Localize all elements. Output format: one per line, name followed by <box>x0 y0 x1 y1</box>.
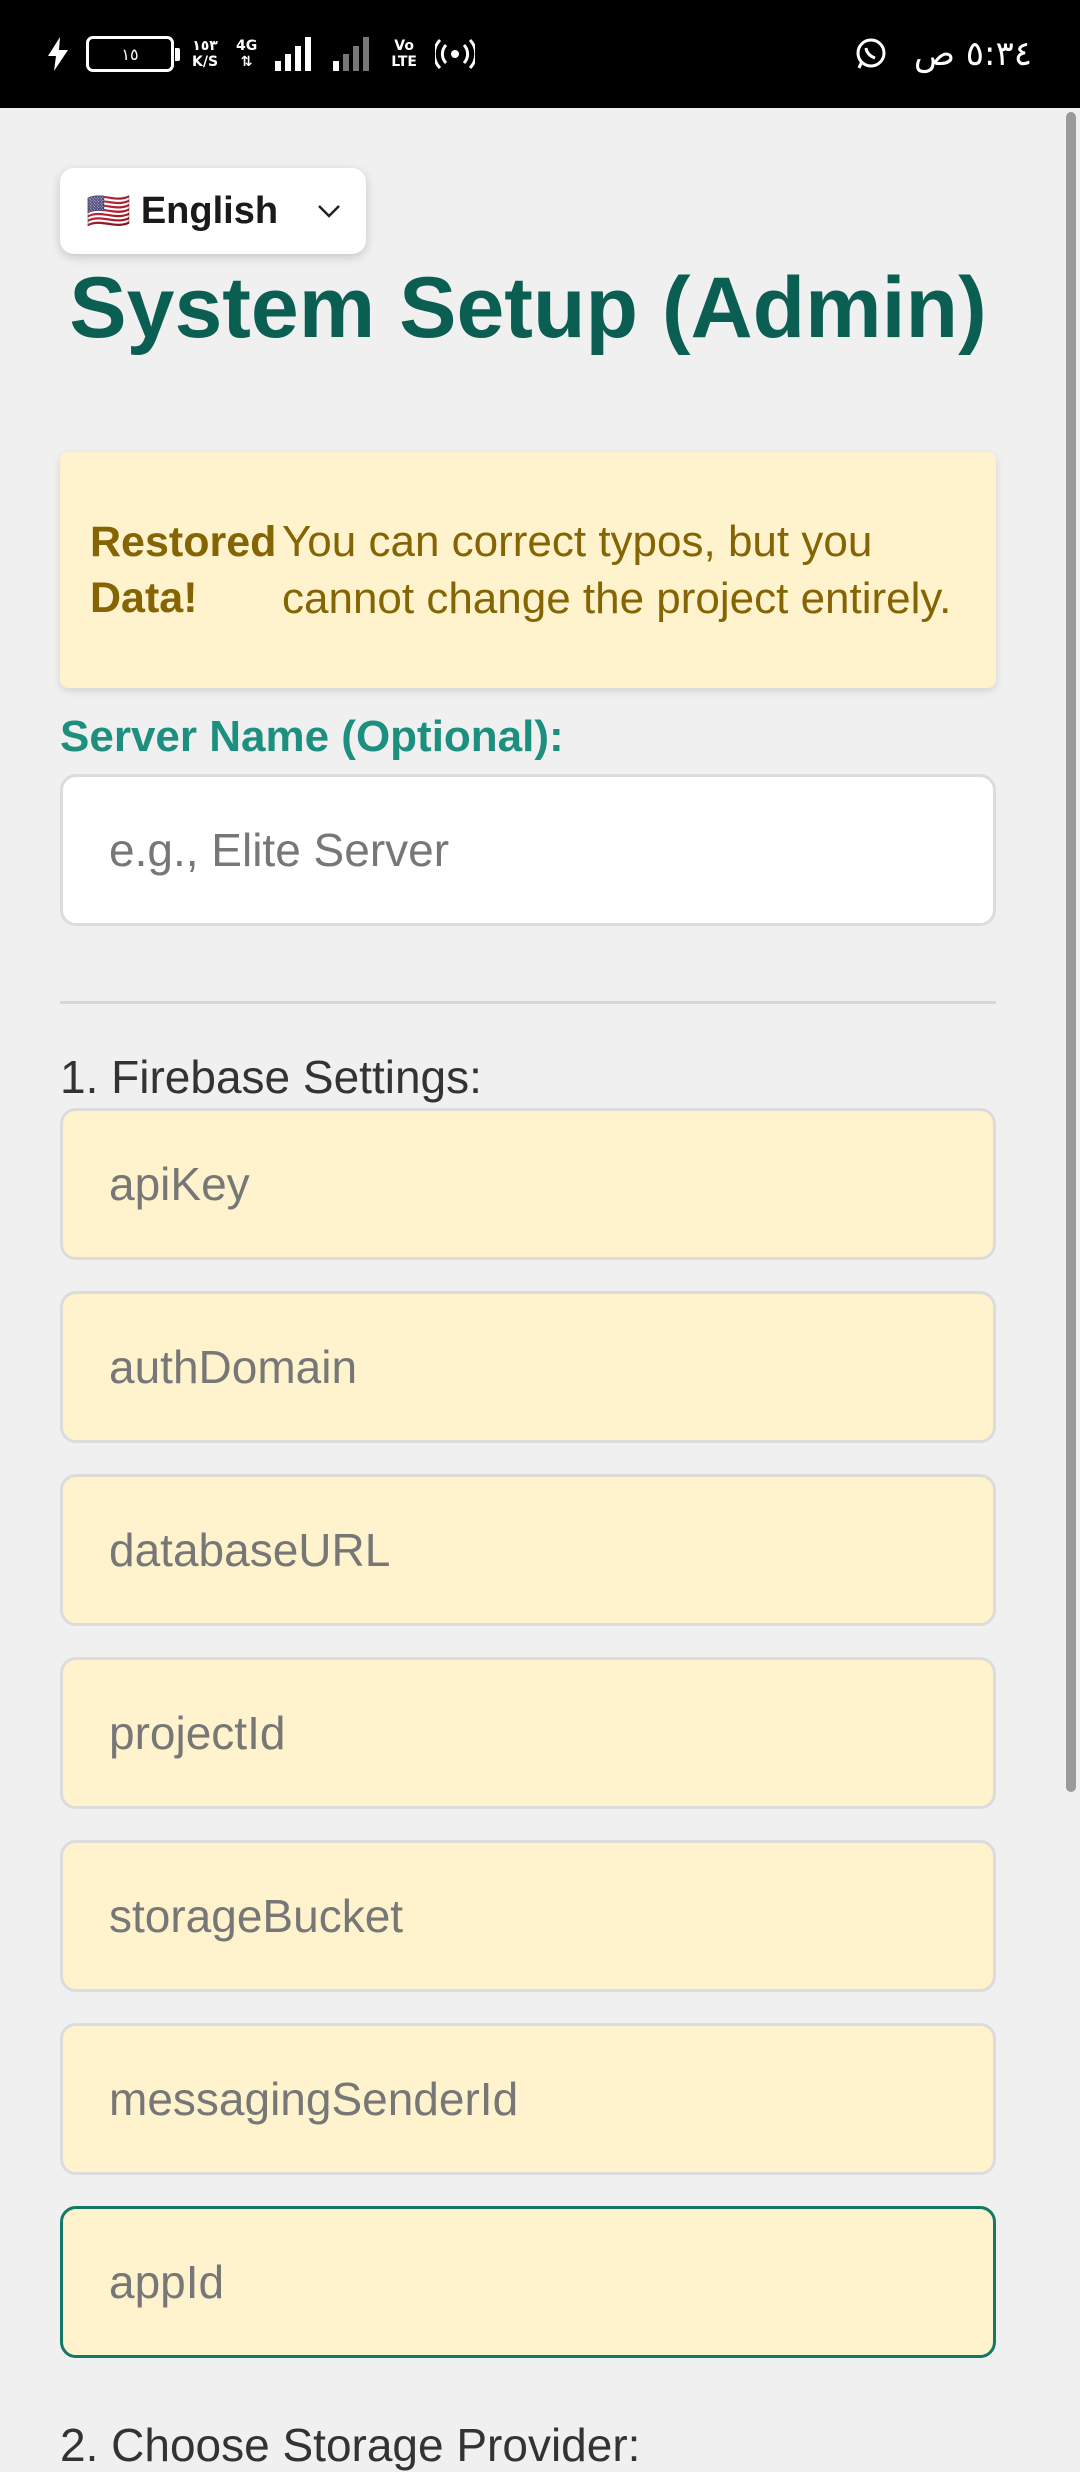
whatsapp-icon <box>856 38 886 69</box>
alert-message: You can correct typos, but you cannot ch… <box>282 517 952 623</box>
us-flag-icon: 🇺🇸 <box>86 190 131 231</box>
storage-provider-label: 2. Choose Storage Provider: <box>60 2419 641 2471</box>
battery-level: ١٥ <box>121 44 139 64</box>
server-name-input[interactable] <box>60 774 996 926</box>
project-id-input[interactable] <box>60 1657 996 1809</box>
status-bar: ١٥ ١٥٣ K/S 4G ⇅ Vo LTE ٥:٣٤ ص <box>0 0 1080 108</box>
firebase-settings-label: 1. Firebase Settings: <box>60 1051 482 1103</box>
auth-domain-input[interactable] <box>60 1291 996 1443</box>
status-left: ١٥ ١٥٣ K/S 4G ⇅ Vo LTE <box>48 30 475 78</box>
signal-icon <box>275 37 312 71</box>
language-selector[interactable]: 🇺🇸 English <box>60 168 366 254</box>
signal-weak-icon <box>333 37 370 71</box>
status-right: ٥:٣٤ ص <box>854 30 1032 78</box>
database-url-input[interactable] <box>60 1474 996 1626</box>
charging-bolt-icon <box>48 37 68 71</box>
battery-icon: ١٥ <box>86 36 180 72</box>
language-label: English <box>140 189 279 232</box>
storage-bucket-input[interactable] <box>60 1840 996 1992</box>
api-key-input[interactable] <box>60 1108 996 1260</box>
hotspot-icon <box>435 38 475 70</box>
clock: ٥:٣٤ ص <box>913 34 1032 74</box>
network-speed: ١٥٣ K/S <box>192 38 219 70</box>
server-name-label: Server Name (Optional): <box>60 712 564 761</box>
page-title: System Setup (Admin) <box>69 260 987 356</box>
app-id-input[interactable] <box>60 2206 996 2358</box>
chevron-down-icon <box>318 205 340 218</box>
alert-title: Restored Data! <box>90 518 277 622</box>
messaging-sender-id-input[interactable] <box>60 2023 996 2175</box>
restored-data-alert: Restored Data! You can correct typos, bu… <box>60 452 996 688</box>
volte-indicator: Vo LTE <box>391 38 417 70</box>
network-type: 4G ⇅ <box>236 38 258 70</box>
divider <box>60 1001 996 1004</box>
scrollbar[interactable] <box>1066 112 1076 1792</box>
